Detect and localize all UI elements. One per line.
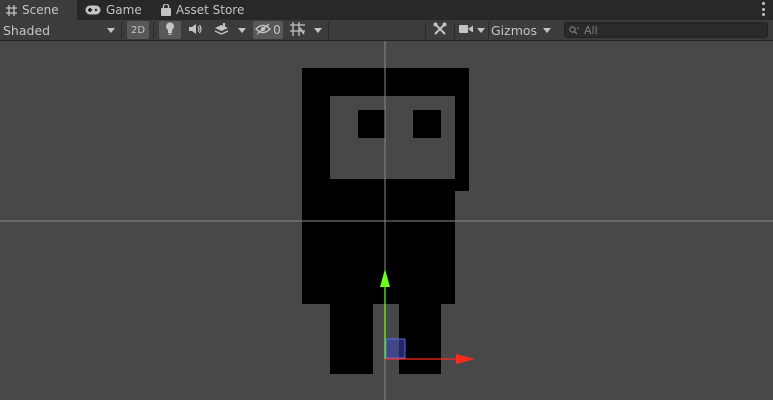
2d-toggle-label: 2D [130, 24, 146, 36]
gizmos-label: Gizmos [490, 22, 538, 38]
scene-canvas [0, 41, 773, 400]
shopping-bag-icon [161, 4, 171, 16]
grid-icon [6, 4, 17, 16]
gamepad-icon [85, 5, 101, 15]
tab-game[interactable]: Game [79, 0, 153, 20]
effects-dropdown[interactable] [235, 21, 249, 39]
camera-button[interactable] [457, 21, 475, 39]
search-placeholder: All [584, 23, 598, 37]
gizmo-x-arrow-icon[interactable] [456, 354, 475, 364]
audio-toggle-button[interactable] [184, 21, 206, 39]
sprite-left-eye [358, 110, 385, 138]
scene-visibility-button[interactable]: 0 [253, 21, 283, 39]
shading-mode-dropdown[interactable]: Shaded [2, 21, 118, 39]
2d-toggle-button[interactable]: 2D [127, 21, 149, 39]
hidden-objects-count: 0 [273, 23, 281, 37]
tab-asset-store[interactable]: Asset Store [155, 0, 255, 20]
search-icon [569, 25, 580, 35]
gizmo-xy-plane-handle[interactable] [385, 338, 406, 359]
toolbar-divider [121, 22, 122, 39]
toolbar-divider [328, 22, 329, 39]
chevron-down-icon [107, 27, 115, 33]
tab-scene[interactable]: Scene [0, 0, 77, 20]
more-options-icon[interactable] [761, 2, 765, 16]
effects-toggle-button[interactable] [209, 21, 233, 39]
chevron-down-icon [314, 27, 322, 33]
camera-dropdown[interactable] [475, 21, 487, 39]
lighting-toggle-button[interactable] [159, 21, 181, 39]
toolbar-divider [454, 22, 455, 39]
toolbar-divider [153, 22, 154, 39]
sprite-left-leg [330, 304, 373, 374]
gizmos-button[interactable]: Gizmos [489, 21, 539, 39]
chevron-down-icon [477, 27, 485, 33]
grid-snap-dropdown[interactable] [311, 21, 325, 39]
shading-mode-value: Shaded [3, 22, 51, 38]
gizmos-dropdown[interactable] [540, 21, 554, 39]
hidden-eye-icon [255, 23, 272, 38]
grid-snap-icon [290, 21, 306, 39]
scene-viewport[interactable] [0, 41, 773, 400]
tab-label: Game [106, 3, 142, 17]
video-camera-icon [459, 23, 473, 37]
toolbar-divider [425, 22, 426, 39]
sprite-body [302, 191, 455, 304]
tools-icon [433, 22, 447, 39]
chevron-down-icon [543, 27, 551, 33]
scene-toolbar: Shaded 2D 0 Gizmos All [0, 20, 773, 41]
tab-label: Asset Store [176, 3, 245, 17]
tools-button[interactable] [429, 21, 451, 39]
search-input[interactable]: All [564, 22, 768, 38]
tab-bar: Scene Game Asset Store [0, 0, 773, 20]
lightbulb-icon [165, 22, 175, 38]
tab-label: Scene [22, 3, 59, 17]
grid-snap-button[interactable] [286, 21, 310, 39]
speaker-icon [188, 23, 202, 38]
chevron-down-icon [238, 27, 246, 33]
layers-icon [214, 22, 229, 38]
sprite-right-eye [413, 110, 441, 138]
